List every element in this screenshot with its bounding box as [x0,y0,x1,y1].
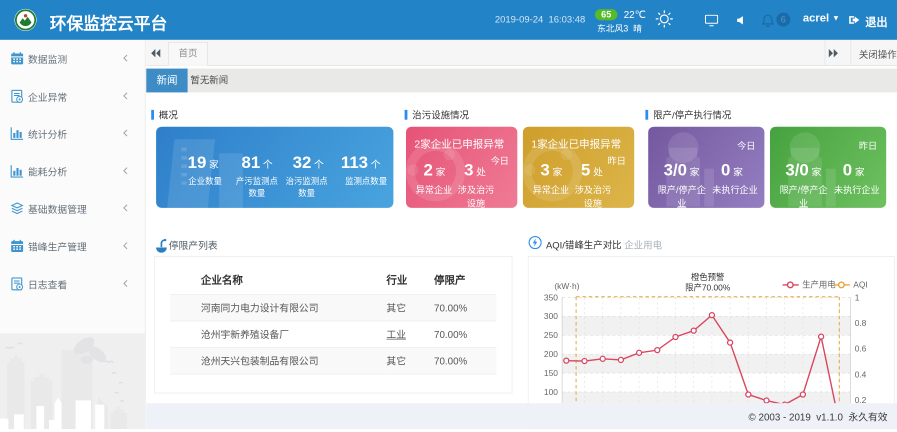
svg-text:0.8: 0.8 [855,318,867,328]
svg-text:350: 350 [544,292,558,302]
svg-text:300: 300 [544,311,558,321]
svg-text:0.4: 0.4 [855,369,867,379]
svg-text:100: 100 [544,387,558,397]
svg-text:250: 250 [544,330,558,340]
svg-text:生产用电: 生产用电 [802,280,836,290]
svg-text:(kW·h): (kW·h) [554,281,579,291]
svg-text:150: 150 [544,368,558,378]
svg-text:200: 200 [544,349,558,359]
svg-text:0.6: 0.6 [855,343,867,353]
svg-text:限产70.00%: 限产70.00% [685,282,731,292]
svg-text:1: 1 [855,292,860,302]
svg-text:AQI: AQI [853,280,867,290]
svg-text:橙色预警: 橙色预警 [691,272,725,282]
